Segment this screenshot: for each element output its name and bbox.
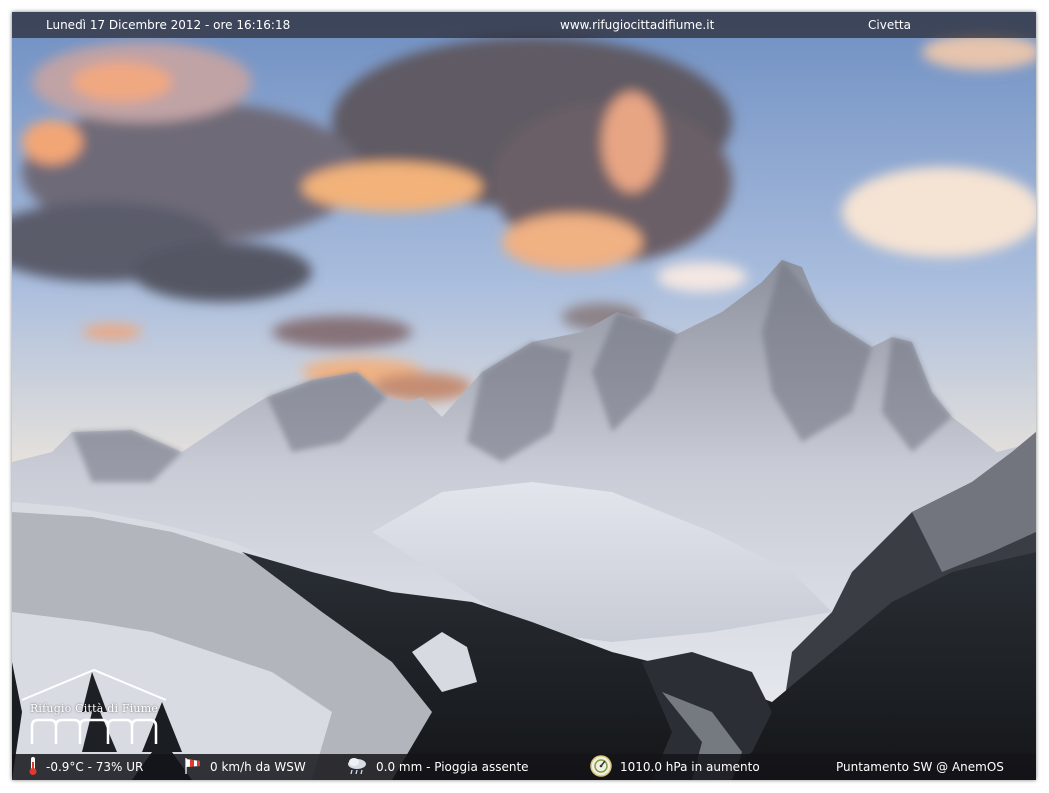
- refuge-logo: Rifugio Città di Fiume: [18, 668, 170, 748]
- temperature-humidity-reading: -0.9°C - 73% UR: [28, 754, 143, 780]
- camera-pointing: Puntamento SW @ AnemOS: [836, 754, 1004, 780]
- temperature-humidity-text: -0.9°C - 73% UR: [46, 760, 144, 774]
- mountain-landscape-photo: [12, 12, 1036, 780]
- thermometer-icon: [28, 756, 38, 779]
- rain-text: 0.0 mm - Pioggia assente: [376, 760, 529, 774]
- rain-reading: 0.0 mm - Pioggia assente: [346, 754, 529, 780]
- pressure-text: 1010.0 hPa in aumento: [620, 760, 760, 774]
- pointing-text: Puntamento SW @ AnemOS: [836, 760, 1004, 774]
- website-url: www.rifugiocittadifiume.it: [560, 18, 715, 32]
- top-info-bar: Lunedì 17 Dicembre 2012 - ore 16:16:18 w…: [12, 12, 1036, 38]
- wind-text: 0 km/h da WSW: [210, 760, 306, 774]
- webcam-frame: Lunedì 17 Dicembre 2012 - ore 16:16:18 w…: [12, 12, 1036, 780]
- capture-datetime: Lunedì 17 Dicembre 2012 - ore 16:16:18: [46, 18, 291, 32]
- barometer-icon: [590, 754, 612, 780]
- windsock-icon: [184, 757, 202, 778]
- logo-text: Rifugio Città di Fiume: [29, 702, 159, 715]
- rain-cloud-icon: [346, 757, 368, 778]
- wind-reading: 0 km/h da WSW: [184, 754, 306, 780]
- weather-bar: -0.9°C - 73% UR 0 km/h da WSW 0.0 mm - P…: [12, 754, 1036, 780]
- location-name: Civetta: [868, 18, 911, 32]
- pressure-reading: 1010.0 hPa in aumento: [590, 754, 760, 780]
